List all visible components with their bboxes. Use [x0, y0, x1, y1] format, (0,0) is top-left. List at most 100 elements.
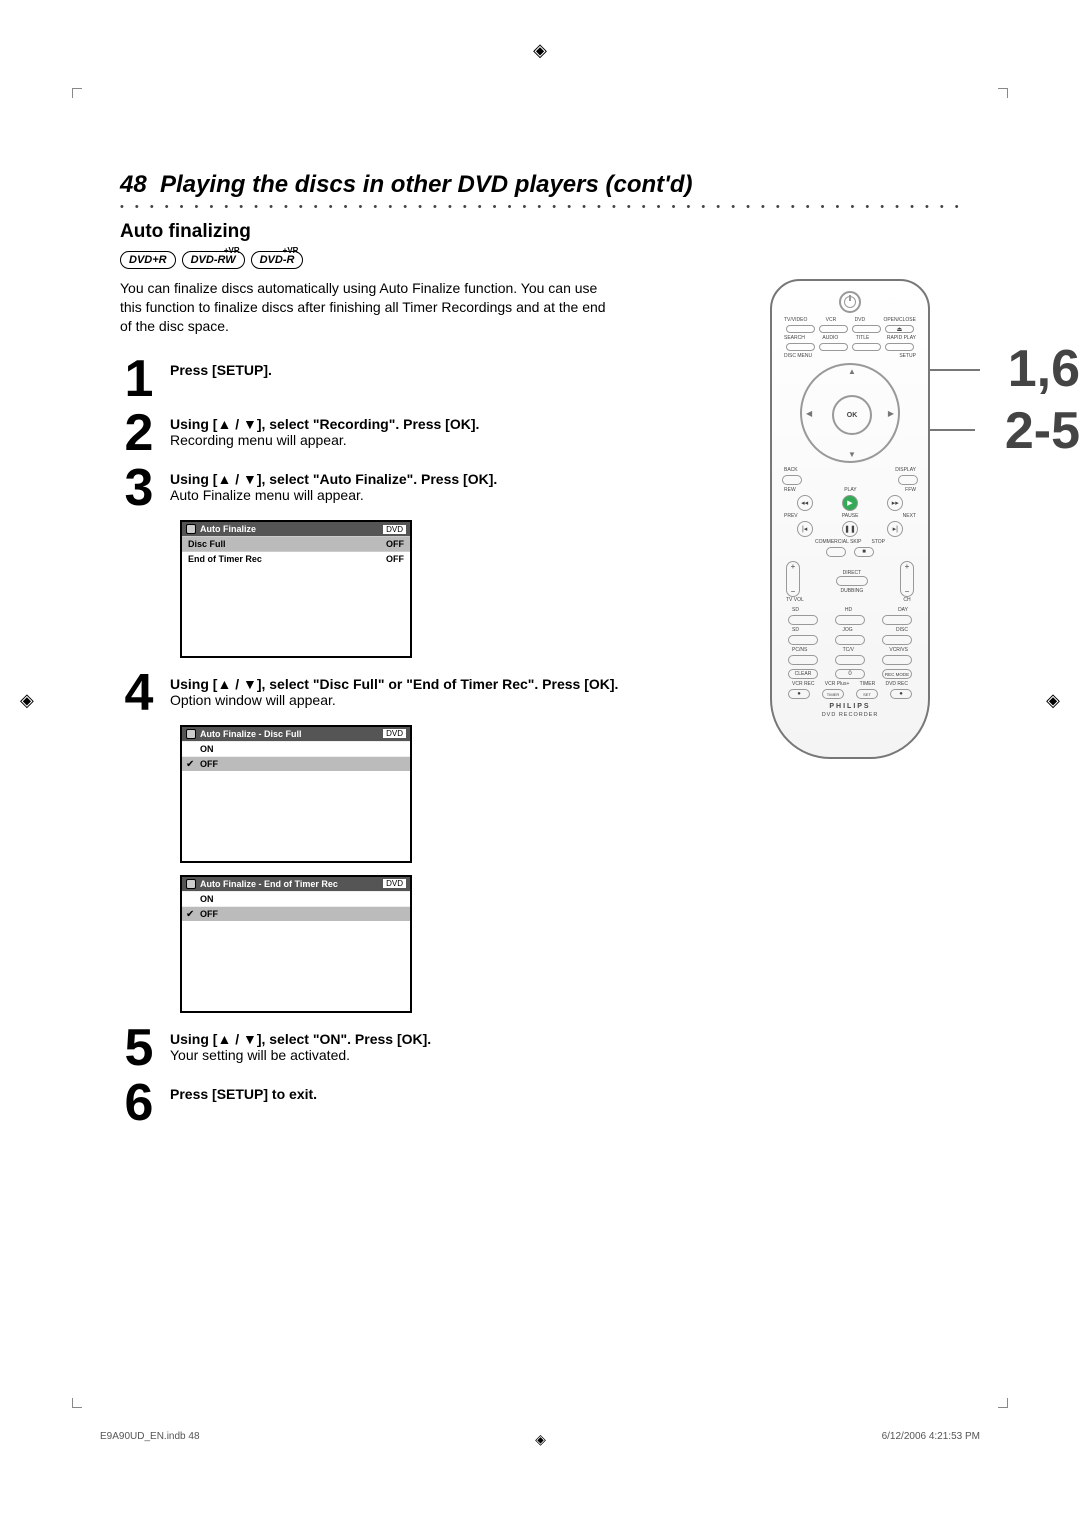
pause-button: ❚❚: [842, 521, 858, 537]
callout-1-6: 1,6: [1008, 339, 1080, 399]
page-title: 48 Playing the discs in other DVD player…: [120, 171, 960, 199]
display-button: [898, 475, 918, 485]
osd-body: Disc FullOFF End of Timer RecOFF: [182, 536, 410, 656]
check-icon: ✔: [186, 759, 194, 770]
disc-icon: [186, 729, 196, 739]
btn-label: PAUSE: [842, 513, 859, 519]
badge-dvd-plus-r: DVD+R: [120, 251, 176, 269]
btn-label: VCR Plus+: [825, 681, 850, 687]
play-button: ▶: [842, 495, 858, 511]
step-1: 1 Press [SETUP].: [120, 356, 640, 403]
badge-text: DVD-RW: [191, 254, 236, 266]
btn-label: TITLE: [856, 335, 870, 341]
osd-tag: DVD: [383, 525, 406, 534]
osd-row-disc-full: Disc FullOFF: [182, 536, 410, 551]
step-number: 5: [120, 1025, 158, 1072]
osd-tag: DVD: [383, 879, 406, 888]
osd-title-text: Auto Finalize: [200, 524, 256, 534]
dvd-rec-button: ●: [890, 689, 912, 699]
registration-mark-left: ◈: [20, 690, 34, 711]
vcr-rec-button: ●: [788, 689, 810, 699]
key-6: [882, 635, 912, 645]
content: 48 Playing the discs in other DVD player…: [60, 61, 1020, 1134]
arrow-up-icon: ▲: [848, 367, 856, 376]
power-icon: [844, 296, 856, 308]
btn-label: TV VOL: [786, 597, 804, 603]
osd-title-bar: Auto Finalize - End of Timer Rec DVD: [182, 877, 410, 891]
osd-option-on: ON: [182, 891, 410, 906]
kp-label: SD: [792, 607, 799, 613]
registration-mark-right: ◈: [1046, 690, 1060, 711]
page-number: 48: [120, 171, 147, 198]
key-7: [788, 655, 818, 665]
disc-icon: [186, 524, 196, 534]
btn-label: SETUP: [899, 353, 916, 359]
btn-label: AUDIO: [822, 335, 838, 341]
callout-text: 2-5: [1005, 402, 1080, 460]
kp-label: TC/V: [843, 647, 854, 653]
button-row: ⏏: [784, 325, 916, 333]
check-icon: ✔: [186, 909, 194, 920]
pill-button: [852, 325, 881, 333]
osd-option-off: ✔OFF: [182, 756, 410, 771]
power-button: [839, 291, 861, 313]
badge-text: DVD-R: [260, 254, 295, 266]
osd-option-off: ✔OFF: [182, 906, 410, 921]
key-0: 0: [835, 669, 865, 679]
btn-label: OPEN/CLOSE: [883, 317, 916, 323]
pill-button: [852, 343, 881, 351]
osd-option-label: ON: [200, 894, 214, 904]
step-number: 1: [120, 356, 158, 403]
trim-mark: [72, 1398, 82, 1408]
intro-text: You can finalize discs automatically usi…: [120, 279, 610, 336]
eject-button: ⏏: [885, 325, 914, 333]
ch-rocker: +−: [900, 561, 914, 597]
label-row: TV/VIDEOVCRDVDOPEN/CLOSE: [784, 317, 916, 323]
btn-label: BACK: [784, 467, 798, 473]
step-bold: Press [SETUP] to exit.: [170, 1086, 317, 1102]
osd-option-label: ON: [200, 744, 214, 754]
step-number: 4: [120, 670, 158, 717]
btn-label: RAPID PLAY: [887, 335, 916, 341]
disc-icon: [186, 879, 196, 889]
osd-row-end-timer: End of Timer RecOFF: [182, 551, 410, 566]
timer-set-button: SET: [856, 689, 878, 699]
title-text: Playing the discs in other DVD players (…: [160, 171, 692, 198]
vcr-plus-button: TIMER: [822, 689, 844, 699]
dotted-rule: • • • • • • • • • • • • • • • • • • • • …: [120, 201, 960, 213]
step-3: 3 Using [▲ / ▼], select "Auto Finalize".…: [120, 465, 640, 512]
step-sub: Recording menu will appear.: [170, 432, 347, 448]
disc-badges: DVD+R DVD-RW+VR DVD-R+VR: [120, 251, 960, 269]
step-5: 5 Using [▲ / ▼], select "ON". Press [OK]…: [120, 1025, 640, 1072]
btn-label: FFW: [905, 487, 916, 493]
step-number: 6: [120, 1080, 158, 1127]
osd-title-text: Auto Finalize - End of Timer Rec: [200, 879, 338, 889]
osd-option-on: ON: [182, 741, 410, 756]
key-5: [835, 635, 865, 645]
badge-dvd-minus-r: DVD-R+VR: [251, 251, 304, 269]
kp-label: DAY: [898, 607, 908, 613]
badge-dvd-minus-rw: DVD-RW+VR: [182, 251, 245, 269]
osd-title-bar: Auto Finalize DVD: [182, 522, 410, 536]
trim-mark: [998, 1398, 1008, 1408]
skip-button: [826, 547, 846, 557]
pill-button: [819, 343, 848, 351]
page-footer: E9A90UD_EN.indb 48 ◈ 6/12/2006 4:21:53 P…: [100, 1431, 980, 1448]
osd-title-bar: Auto Finalize - Disc Full DVD: [182, 727, 410, 741]
btn-label: TIMER: [860, 681, 876, 687]
section-heading: Auto finalizing: [120, 221, 960, 243]
label-row: DISC MENUSETUP: [784, 353, 916, 359]
step-bold: Using [▲ / ▼], select "Auto Finalize". P…: [170, 471, 497, 487]
brand-label: PHILIPS: [780, 703, 920, 710]
page: ◈ ◈ ◈ 48 Playing the discs in other DVD …: [0, 0, 1080, 1528]
osd-value: OFF: [386, 539, 404, 549]
btn-label: DVD: [855, 317, 866, 323]
step-sub: Auto Finalize menu will appear.: [170, 487, 364, 503]
left-column: You can finalize discs automatically usi…: [120, 279, 640, 1134]
btn-label: NEXT: [903, 513, 916, 519]
btn-label: PREV: [784, 513, 798, 519]
step-sub: Your setting will be activated.: [170, 1047, 350, 1063]
btn-label: VCR REC: [792, 681, 815, 687]
vol-rocker: +−: [786, 561, 800, 597]
vr-mark: +VR: [283, 246, 299, 255]
